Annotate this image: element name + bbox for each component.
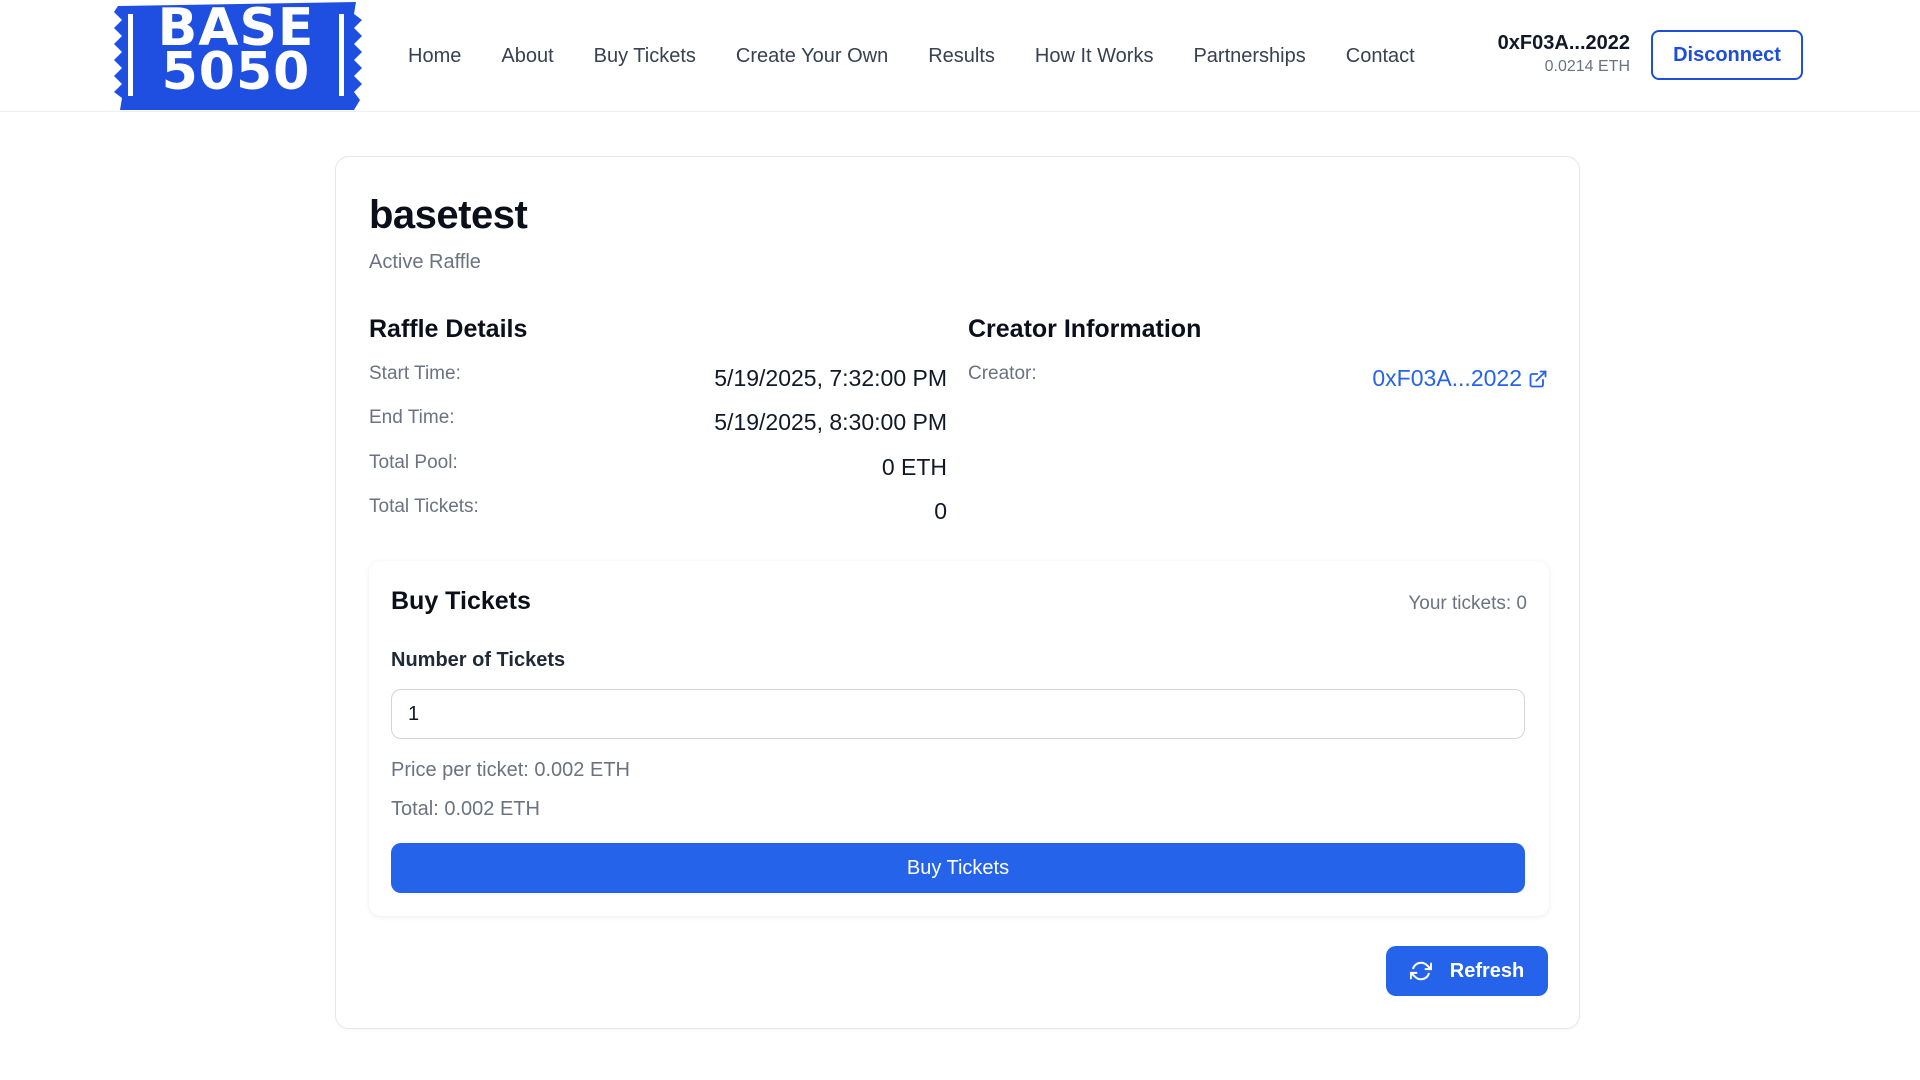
- total-price: Total: 0.002 ETH: [391, 798, 540, 820]
- nav-results[interactable]: Results: [908, 45, 1015, 68]
- nav-buy-tickets[interactable]: Buy Tickets: [574, 45, 716, 68]
- buy-tickets-button[interactable]: Buy Tickets: [391, 843, 1525, 893]
- ticket-count-label: Number of Tickets: [391, 649, 566, 671]
- creator-address: 0xF03A...2022: [1372, 365, 1522, 391]
- creator-info-heading: Creator Information: [968, 315, 1202, 343]
- raffle-title: basetest: [369, 193, 528, 237]
- creator-row: Creator: 0xF03A...2022: [968, 363, 1548, 393]
- site-header: BASE 5050 Home About Buy Tickets Create …: [0, 0, 1920, 112]
- detail-row-total-tickets: Total Tickets: 0: [369, 496, 947, 526]
- detail-row-total-pool: Total Pool: 0 ETH: [369, 452, 947, 482]
- raffle-card: basetest Active Raffle Raffle Details St…: [335, 156, 1580, 1029]
- raffle-details-heading: Raffle Details: [369, 315, 528, 343]
- detail-value: 5/19/2025, 7:32:00 PM: [714, 365, 947, 391]
- wallet-balance: 0.0214 ETH: [1544, 58, 1630, 75]
- detail-value: 0 ETH: [881, 454, 947, 480]
- creator-label: Creator:: [968, 363, 1037, 384]
- price-per-ticket: Price per ticket: 0.002 ETH: [391, 759, 630, 781]
- base5050-logo[interactable]: BASE 5050: [110, 0, 362, 114]
- nav-create-your-own[interactable]: Create Your Own: [716, 45, 908, 68]
- detail-row-start-time: Start Time: 5/19/2025, 7:32:00 PM: [369, 363, 947, 393]
- detail-value: 5/19/2025, 8:30:00 PM: [714, 409, 947, 435]
- disconnect-button[interactable]: Disconnect: [1651, 30, 1803, 80]
- detail-value: 0: [934, 498, 947, 524]
- detail-label: End Time:: [369, 407, 455, 428]
- external-link-icon: [1529, 370, 1547, 387]
- wallet-address: 0xF03A...2022: [1497, 32, 1630, 54]
- main-nav: Home About Buy Tickets Create Your Own R…: [388, 0, 1435, 112]
- creator-address-link[interactable]: 0xF03A...2022: [1372, 365, 1548, 392]
- your-tickets-count: Your tickets: 0: [1408, 593, 1527, 614]
- ticket-count-input[interactable]: [391, 689, 1525, 739]
- refresh-icon: [1409, 961, 1432, 981]
- detail-label: Total Tickets:: [369, 496, 479, 517]
- logo-text: BASE 5050: [110, 2, 362, 102]
- detail-label: Total Pool:: [369, 452, 458, 473]
- detail-row-end-time: End Time: 5/19/2025, 8:30:00 PM: [369, 407, 947, 437]
- nav-home[interactable]: Home: [388, 45, 481, 68]
- refresh-button[interactable]: Refresh: [1386, 946, 1548, 996]
- buy-tickets-heading: Buy Tickets: [391, 587, 531, 615]
- detail-label: Start Time:: [369, 363, 461, 384]
- nav-how-it-works[interactable]: How It Works: [1015, 45, 1174, 68]
- logo-line-2: 5050: [161, 42, 311, 102]
- nav-about[interactable]: About: [481, 45, 573, 68]
- wallet-info: 0xF03A...2022 0.0214 ETH: [1498, 30, 1630, 78]
- buy-tickets-panel: Buy Tickets Your tickets: 0 Number of Ti…: [369, 561, 1549, 916]
- refresh-label: Refresh: [1449, 959, 1525, 982]
- nav-contact[interactable]: Contact: [1326, 45, 1435, 68]
- nav-partnerships[interactable]: Partnerships: [1173, 45, 1325, 68]
- raffle-status: Active Raffle: [369, 251, 481, 273]
